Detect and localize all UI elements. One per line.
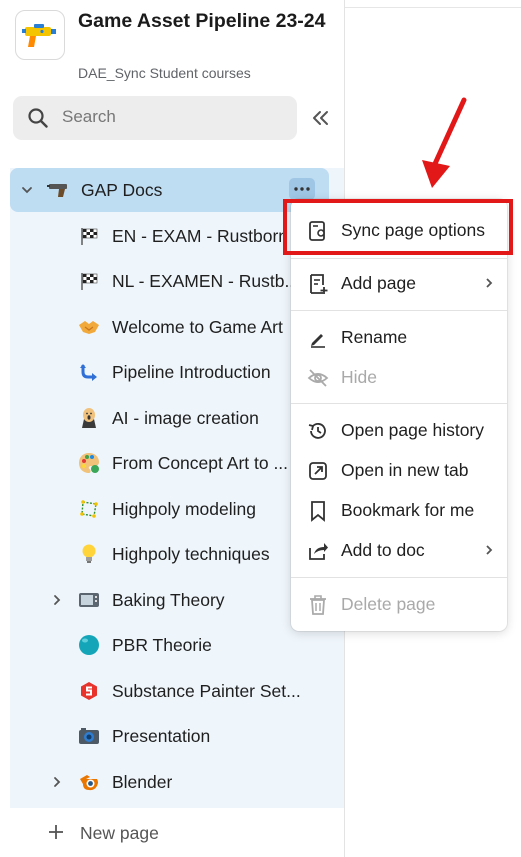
menu-item-hide[interactable]: Hide [291, 358, 507, 396]
pencil-icon [311, 334, 325, 348]
tree-item[interactable]: Substance Painter Set... [10, 669, 329, 713]
bookmark-icon [311, 501, 325, 522]
tree-item-label: Baking Theory [112, 590, 225, 610]
tree-item-label: Highpoly techniques [112, 544, 270, 564]
doc-header: Game Asset Pipeline 23-24 DAE_Sync Stude… [14, 9, 339, 81]
menu-divider [291, 310, 507, 311]
tree-item[interactable]: From Concept Art to ... [10, 441, 329, 485]
tree-item[interactable]: EN - EXAM - Rustborn [10, 214, 329, 258]
doc-title: Game Asset Pipeline 23-24 [78, 10, 326, 32]
tree-item[interactable]: Welcome to Game Art [10, 305, 329, 349]
annotation-arrow-icon [422, 97, 467, 188]
microwave-icon [78, 589, 100, 611]
menu-item-label: Hide [341, 367, 377, 387]
chevron-right-icon [486, 278, 493, 288]
tree-item-label: PBR Theorie [112, 635, 212, 655]
tree-item-label: GAP Docs [81, 180, 163, 200]
menu-item-delete-page[interactable]: Delete page [291, 585, 507, 623]
tree-item[interactable]: Highpoly modeling [10, 487, 329, 531]
tree-item-label: NL - EXAMEN - Rustb... [112, 271, 300, 291]
scream-face-icon [78, 407, 100, 429]
tree-item-label: Substance Painter Set... [112, 681, 301, 701]
menu-divider [291, 577, 507, 578]
chevron-right-icon[interactable] [50, 593, 64, 607]
teal-sphere-icon [78, 634, 100, 656]
new-page-label: New page [80, 823, 159, 843]
tree-item-label: From Concept Art to ... [112, 453, 289, 473]
trash-icon [310, 595, 326, 615]
menu-item-label: Rename [341, 327, 408, 347]
more-options-icon[interactable] [289, 178, 315, 200]
tree-item-gap-docs[interactable]: GAP Docs [10, 168, 329, 212]
toy-blaster-icon[interactable] [15, 10, 65, 60]
tree-item-label: AI - image creation [112, 408, 259, 428]
menu-item-label: Bookmark for me [341, 500, 475, 520]
substance-painter-icon [78, 680, 100, 702]
chevron-right-icon [486, 545, 493, 555]
palette-icon [78, 452, 100, 474]
search-box[interactable]: Search [13, 96, 297, 140]
search-icon [27, 107, 49, 134]
chequered-flag-icon [78, 270, 100, 292]
menu-divider [291, 258, 507, 259]
tree-item[interactable]: Highpoly techniques [10, 532, 329, 576]
content-header-divider [345, 7, 521, 8]
menu-item-label: Open in new tab [341, 460, 469, 480]
polygon-icon [78, 498, 100, 520]
tree-item[interactable]: PBR Theorie [10, 623, 329, 667]
menu-item-label: Delete page [341, 594, 436, 614]
tree-item[interactable]: Baking Theory [10, 578, 329, 622]
tree-item[interactable]: Pipeline Introduction [10, 350, 329, 394]
menu-item-label: Open page history [341, 420, 485, 440]
search-placeholder: Search [62, 107, 116, 126]
share-arrow-icon [309, 543, 328, 560]
menu-item-bookmark-for-me[interactable]: Bookmark for me [291, 491, 507, 529]
tree-item-label: Blender [112, 772, 173, 792]
tree-item-label: EN - EXAM - Rustborn [112, 226, 289, 246]
menu-item-label: Add to doc [341, 540, 425, 560]
curved-arrow-icon [78, 361, 100, 383]
plus-icon [49, 825, 63, 839]
pistol-icon [47, 179, 69, 201]
tree-item-label: Welcome to Game Art [112, 317, 283, 337]
collapse-sidebar-icon[interactable] [309, 106, 333, 130]
page-context-menu: Sync page options Add page Rename Hide O… [291, 199, 507, 631]
chevron-down-icon[interactable] [20, 183, 34, 197]
tree-item[interactable]: AI - image creation [10, 396, 329, 440]
new-page-button[interactable]: New page [0, 808, 344, 857]
menu-divider [291, 403, 507, 404]
chevron-right-icon[interactable] [50, 775, 64, 789]
menu-item-add-page[interactable]: Add page [291, 264, 507, 302]
menu-item-open-page-history[interactable]: Open page history [291, 411, 507, 449]
light-bulb-icon [78, 543, 100, 565]
chequered-flag-icon [78, 225, 100, 247]
tree-item[interactable]: Blender [10, 760, 329, 804]
tree-item[interactable]: Presentation [10, 714, 329, 758]
menu-item-add-to-doc[interactable]: Add to doc [291, 531, 507, 569]
tree-item[interactable]: NL - EXAMEN - Rustb... [10, 259, 329, 303]
history-icon [308, 423, 326, 439]
doc-subtitle: DAE_Sync Student courses [78, 65, 251, 81]
eye-off-icon [307, 369, 329, 387]
camera-icon [78, 725, 100, 747]
annotation-highlight-box [283, 199, 513, 255]
handshake-icon [78, 316, 100, 338]
blender-icon [78, 771, 100, 793]
menu-item-open-in-new-tab[interactable]: Open in new tab [291, 451, 507, 489]
menu-item-label: Add page [341, 273, 416, 293]
add-page-icon [310, 274, 328, 294]
menu-item-rename[interactable]: Rename [291, 318, 507, 356]
tree-item-label: Pipeline Introduction [112, 362, 271, 382]
open-external-icon [309, 462, 327, 480]
tree-item-label: Highpoly modeling [112, 499, 256, 519]
tree-item-label: Presentation [112, 726, 211, 746]
